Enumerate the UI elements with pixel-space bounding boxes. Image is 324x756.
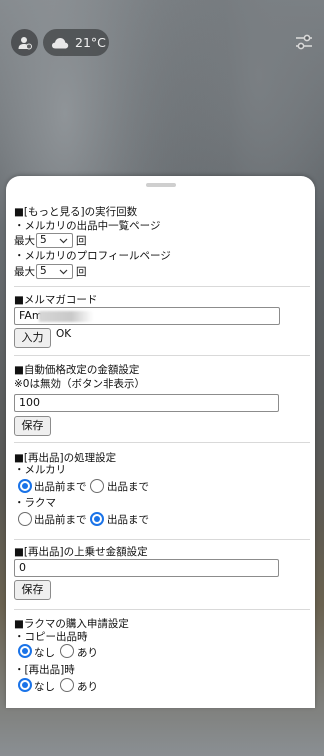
profile-count-select[interactable]: 5	[36, 264, 73, 279]
markup-input[interactable]: 0	[14, 559, 279, 577]
drag-handle[interactable]	[146, 183, 176, 187]
input-button[interactable]: 入力	[14, 328, 51, 348]
save-button[interactable]: 保存	[14, 416, 51, 436]
cloud-icon	[52, 37, 69, 48]
markup-section: ■[再出品]の上乗せ金額設定 0 保存	[14, 539, 310, 609]
unit-label: 回	[76, 266, 87, 278]
relist-none-radio[interactable]	[18, 678, 32, 692]
section-title: ■メルマガコード	[14, 294, 98, 306]
option-label: 出品前まで	[34, 481, 87, 493]
rakuma-before-radio[interactable]	[18, 512, 32, 526]
sliders-icon	[296, 34, 312, 50]
section-title: ■自動価格改定の金額設定	[14, 364, 140, 376]
copy-yes-radio[interactable]	[60, 644, 74, 658]
rakuma-label: ・ラクマ	[14, 497, 56, 509]
note-label: ※0は無効（ボタン非表示）	[14, 378, 145, 390]
autoprice-input[interactable]: 100	[14, 394, 279, 412]
unit-label: 回	[76, 235, 87, 247]
profile-page-label: ・メルカリのプロフィールページ	[14, 250, 171, 262]
copy-label: ・コピー出品時	[14, 631, 88, 643]
chevron-down-icon	[59, 238, 68, 244]
option-label: 出品まで	[107, 481, 149, 493]
option-label: なし	[34, 681, 55, 693]
relist-section: ■[再出品]の処理設定 ・メルカリ 出品前まで 出品まで ・ラクマ 出品前まで …	[14, 442, 310, 539]
option-label: あり	[77, 681, 98, 693]
more-view-section: ■[もっと見る]の実行回数 ・メルカリの出品中一覧ページ 最大 5 回 ・メルカ…	[14, 202, 310, 286]
input-value: 0	[19, 561, 26, 574]
relist-label: ・[再出品]時	[14, 664, 75, 676]
option-label: 出品まで	[107, 514, 149, 526]
max-label: 最大	[14, 235, 35, 247]
listing-page-label: ・メルカリの出品中一覧ページ	[14, 220, 161, 232]
option-label: なし	[34, 647, 55, 659]
mercari-before-radio[interactable]	[18, 479, 32, 493]
mercari-until-radio[interactable]	[90, 479, 104, 493]
section-title: ■ラクマの購入申請設定	[14, 618, 129, 630]
account-icon	[18, 36, 32, 49]
chevron-down-icon	[59, 269, 68, 275]
section-title: ■[もっと見る]の実行回数	[14, 206, 138, 218]
account-button[interactable]	[11, 29, 38, 56]
relist-yes-radio[interactable]	[60, 678, 74, 692]
max-label: 最大	[14, 266, 35, 278]
option-label: 出品前まで	[34, 514, 87, 526]
option-label: あり	[77, 647, 98, 659]
section-title: ■[再出品]の上乗せ金額設定	[14, 546, 148, 558]
rakuma-until-radio[interactable]	[90, 512, 104, 526]
autoprice-section: ■自動価格改定の金額設定 ※0は無効（ボタン非表示） 100 保存	[14, 355, 310, 442]
settings-sheet: ■[もっと見る]の実行回数 ・メルカリの出品中一覧ページ 最大 5 回 ・メルカ…	[6, 176, 315, 708]
settings-button[interactable]	[293, 31, 315, 53]
mailmag-section: ■メルマガコード FAm 入力 OK	[14, 286, 310, 355]
mailmag-code-input[interactable]: FAm	[14, 307, 280, 325]
select-value: 5	[40, 234, 47, 246]
top-bar: 21°C	[0, 0, 324, 90]
status-label: OK	[56, 328, 72, 340]
listing-count-select[interactable]: 5	[36, 233, 73, 248]
mercari-label: ・メルカリ	[14, 464, 67, 476]
input-value: 100	[19, 396, 40, 409]
weather-chip[interactable]: 21°C	[43, 29, 109, 56]
select-value: 5	[40, 265, 47, 277]
rakuma-request-section: ■ラクマの購入申請設定 ・コピー出品時 なし あり ・[再出品]時 なし あり	[14, 609, 310, 708]
redacted-blur	[39, 311, 93, 322]
save-button[interactable]: 保存	[14, 580, 51, 600]
temperature-label: 21°C	[75, 35, 106, 50]
copy-none-radio[interactable]	[18, 644, 32, 658]
